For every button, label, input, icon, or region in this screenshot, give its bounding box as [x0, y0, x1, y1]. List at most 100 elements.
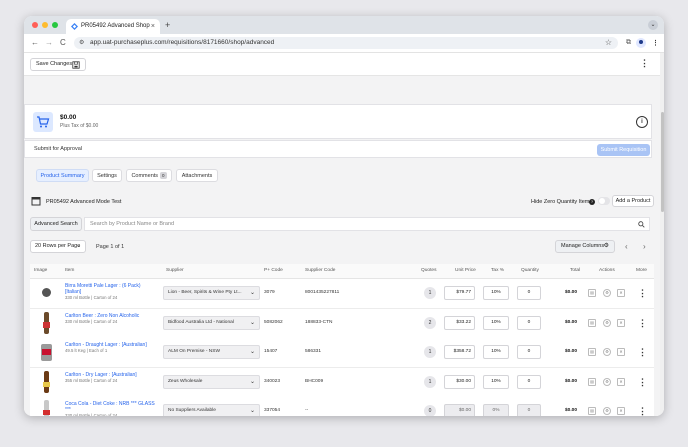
trash-icon[interactable]: ✕	[617, 377, 625, 386]
manage-columns-label: Manage Columns	[561, 243, 605, 249]
rows-per-page-value: 20 Rows per Page	[35, 243, 81, 249]
search-input[interactable]: Search by Product Name or Brand	[84, 217, 650, 231]
tax-field[interactable]: 10%	[483, 286, 509, 300]
product-name-link[interactable]: Carlton - Dry Lager : [Australian]	[65, 372, 137, 378]
tab-search-chevron-icon[interactable]: ⌄	[648, 20, 658, 30]
settings-icon[interactable]: ⚙	[603, 289, 611, 297]
help-icon[interactable]: ?	[589, 199, 595, 205]
quantity-field[interactable]: 0	[517, 345, 541, 359]
bookmark-star-icon[interactable]: ☆	[605, 37, 612, 49]
info-icon[interactable]: i	[636, 116, 648, 128]
tab-close-icon[interactable]: ×	[151, 19, 155, 34]
supplier-select[interactable]: Zeus Wholesale ⌄	[163, 374, 260, 389]
quantity-field[interactable]: 0	[517, 374, 541, 389]
browser-window: PR05492 Advanced Shop × + ⌄ ← → C ⚙ app.…	[24, 16, 664, 416]
document-icon[interactable]: ▤	[588, 407, 596, 415]
manage-columns-button[interactable]: Manage Columns ⚙	[555, 240, 615, 253]
trash-icon[interactable]: ✕	[617, 318, 625, 327]
quotes-badge[interactable]: 0	[424, 405, 436, 416]
row-more-icon[interactable]: ⋮	[638, 348, 647, 357]
chevron-down-icon: ⌄	[249, 378, 255, 385]
rows-per-page-select[interactable]: 20 Rows per Page ⌄	[30, 240, 86, 253]
document-icon[interactable]: ▤	[588, 289, 596, 297]
maximize-window-icon[interactable]	[52, 22, 58, 28]
document-icon[interactable]: ▤	[588, 348, 596, 356]
extensions-icon[interactable]: ⧉	[626, 37, 631, 49]
tab-comments[interactable]: Comments 0	[126, 169, 172, 182]
table-row: Birra Moretti Pale Lager : (6 Pack) [Ital…	[30, 279, 654, 309]
unit-price-field: $0.00	[444, 404, 475, 416]
trash-icon[interactable]: ✕	[617, 348, 625, 356]
quantity-field[interactable]: 0	[517, 315, 541, 330]
col-unit-price: Unit Price	[455, 268, 476, 273]
product-description: 330 ml Bottle | Carton of 24	[65, 318, 118, 324]
supplier-select[interactable]: No Suppliers Available ⌄	[163, 404, 260, 416]
forward-icon[interactable]: →	[45, 37, 53, 49]
gear-icon: ⚙	[603, 243, 609, 249]
settings-icon[interactable]: ⚙	[603, 407, 611, 415]
document-icon[interactable]: ▤	[588, 318, 596, 327]
supplier-select[interactable]: Bidfood Australia Ltd - National ⌄	[163, 315, 260, 330]
tab-title: PR05492 Advanced Shop	[81, 23, 150, 29]
settings-icon[interactable]: ⚙	[603, 348, 611, 356]
quantity-field[interactable]: 0	[517, 286, 541, 300]
trash-icon[interactable]: ✕	[617, 407, 625, 415]
tab-settings[interactable]: Settings	[92, 169, 122, 182]
next-page-icon[interactable]: ›	[643, 242, 646, 251]
save-changes-button[interactable]: Save Changes	[30, 58, 86, 71]
trash-icon[interactable]: ✕	[617, 289, 625, 297]
row-more-icon[interactable]: ⋮	[638, 289, 647, 298]
product-name-link[interactable]: Coca Cola - Diet Coke : NRB *** GLASS	[65, 401, 155, 407]
unit-price-field[interactable]: $33.22	[444, 315, 475, 330]
scrollbar[interactable]	[660, 53, 664, 416]
product-name-link[interactable]: Carlton Beer : Zero Non Alcoholic	[65, 313, 139, 319]
row-more-icon[interactable]: ⋮	[638, 377, 647, 387]
browser-menu-icon[interactable]: ⋮	[652, 39, 659, 48]
tax-field[interactable]: 10%	[483, 374, 509, 389]
scrollbar-thumb[interactable]	[661, 112, 664, 212]
quotes-badge[interactable]: 2	[424, 316, 436, 329]
tab-attachments[interactable]: Attachments	[176, 169, 218, 182]
browser-tab[interactable]: PR05492 Advanced Shop ×	[66, 19, 160, 34]
close-window-icon[interactable]	[32, 22, 38, 28]
back-icon[interactable]: ←	[31, 37, 39, 49]
settings-icon[interactable]: ⚙	[603, 377, 611, 386]
browser-toolbar: ← → C ⚙ app.uat-purchaseplus.com/requisi…	[24, 34, 664, 53]
row-more-icon[interactable]: ⋮	[638, 318, 647, 328]
submit-requisition-button[interactable]: Submit Requisition	[597, 144, 650, 156]
tax-field: 0%	[483, 404, 509, 416]
document-icon[interactable]: ▤	[588, 377, 596, 386]
supplier-value: ALM On Premise - NSW	[168, 349, 220, 354]
row-more-icon[interactable]: ⋮	[638, 407, 647, 416]
unit-price-field[interactable]: $358.72	[444, 345, 475, 359]
page-content: Save Changes ⋮ $0.00 Plus Tax of $0.00 i…	[24, 53, 660, 416]
tab-product-summary[interactable]: Product Summary	[36, 169, 89, 182]
tab-bar: PR05492 Advanced Shop × + ⌄	[24, 16, 664, 34]
settings-icon[interactable]: ⚙	[603, 318, 611, 327]
add-product-button[interactable]: Add a Product	[612, 195, 654, 207]
search-icon[interactable]	[638, 221, 645, 228]
tax-field[interactable]: 10%	[483, 345, 509, 359]
advanced-search-button[interactable]: Advanced Search	[30, 217, 82, 231]
new-tab-button[interactable]: +	[165, 19, 170, 32]
minimize-window-icon[interactable]	[42, 22, 48, 28]
site-info-icon[interactable]: ⚙	[79, 37, 84, 49]
quotes-badge[interactable]: 1	[424, 346, 436, 358]
quotes-badge[interactable]: 1	[424, 375, 436, 388]
prev-page-icon[interactable]: ‹	[625, 242, 628, 251]
supplier-select[interactable]: Lion - Beer, Spirits & Wine Pty Lt... ⌄	[163, 286, 260, 300]
unit-price-field[interactable]: $30.00	[444, 374, 475, 389]
tax-field[interactable]: 10%	[483, 315, 509, 330]
quotes-badge[interactable]: 1	[424, 287, 436, 299]
table-row: Coca Cola - Diet Coke : NRB *** GLASS ***…	[30, 397, 654, 416]
supplier-select[interactable]: ALM On Premise - NSW ⌄	[163, 345, 260, 359]
hide-zero-toggle[interactable]	[598, 197, 610, 205]
unit-price-field[interactable]: $79.77	[444, 286, 475, 300]
address-bar[interactable]: ⚙ app.uat-purchaseplus.com/requisitions/…	[74, 37, 618, 49]
page-more-icon[interactable]: ⋮	[640, 59, 649, 68]
reload-icon[interactable]: C	[60, 37, 66, 49]
profile-avatar[interactable]	[636, 38, 646, 48]
chevron-down-icon: ⌄	[249, 349, 255, 355]
total-cell: $0.00	[565, 349, 578, 354]
product-description: 330 ml Bottle | Carton of 24	[65, 295, 118, 300]
